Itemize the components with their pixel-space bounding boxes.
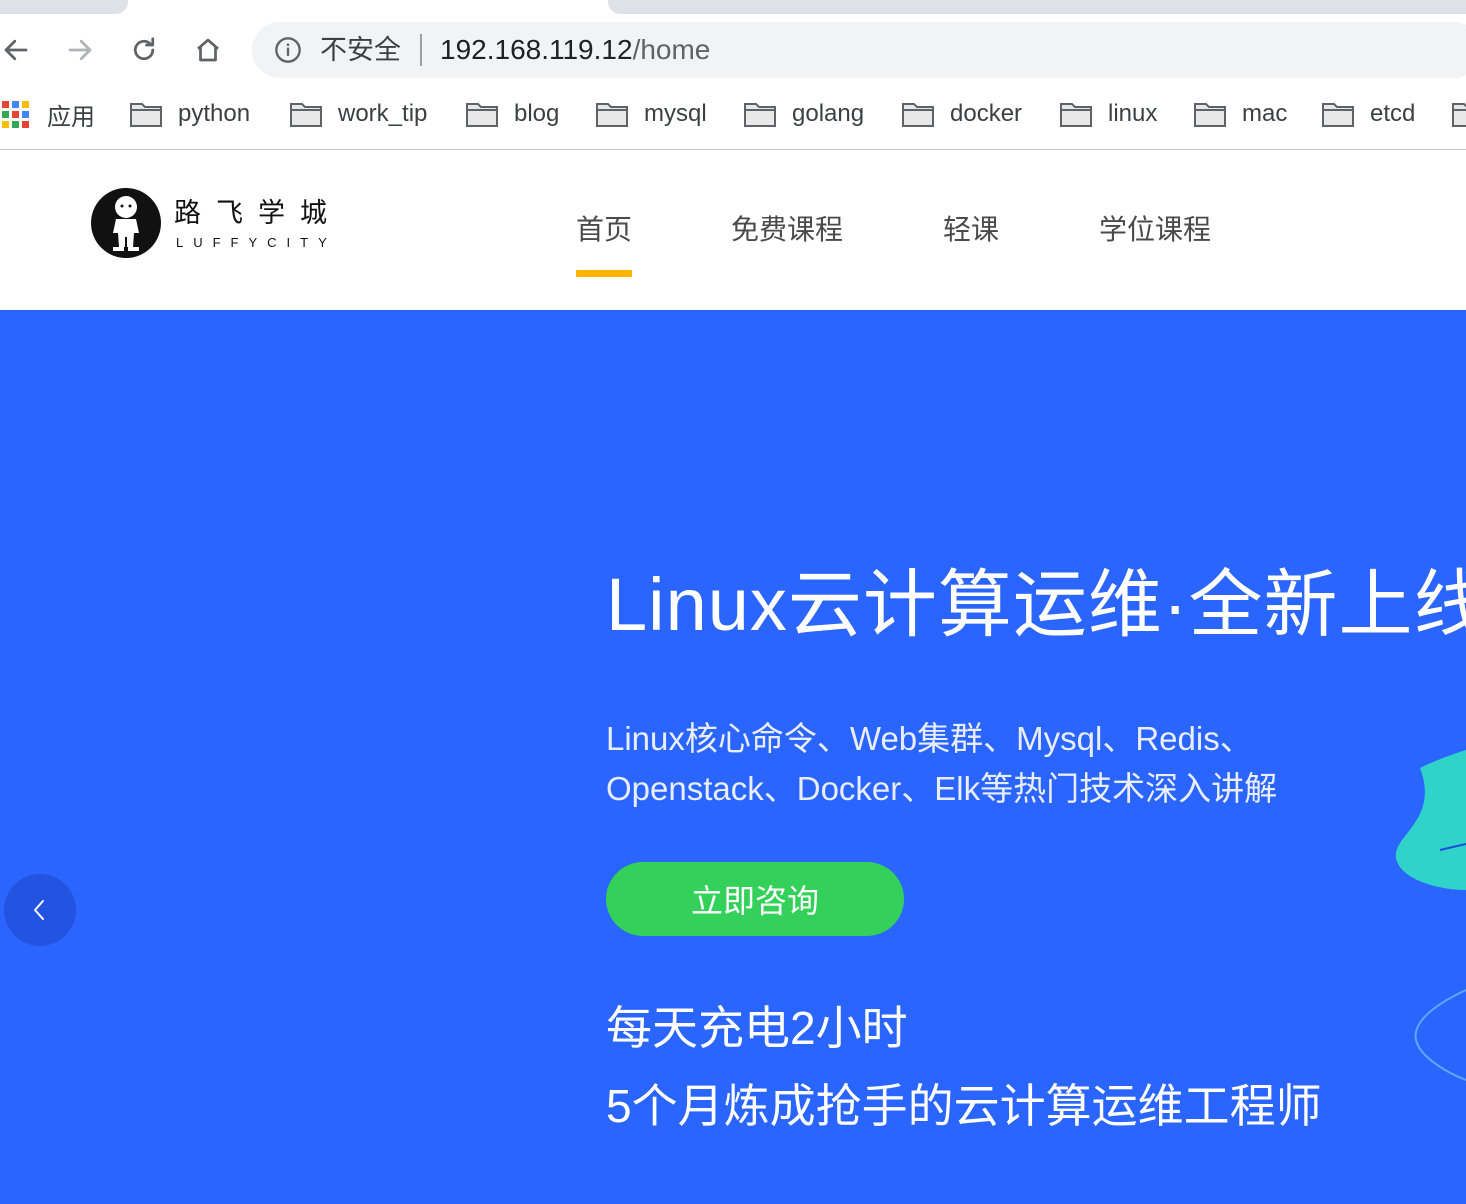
folder-icon — [1452, 103, 1466, 127]
home-button[interactable] — [186, 28, 230, 72]
bookmark-python[interactable]: python — [130, 96, 250, 132]
bookmark-blog[interactable]: blog — [466, 96, 559, 132]
bookmark-golang[interactable]: golang — [744, 96, 864, 132]
browser-chrome: 不安全 192.168.119.12/home 应用 python work_t… — [0, 0, 1466, 150]
bookmark-mac[interactable]: mac — [1194, 96, 1287, 132]
nav-item-free-courses[interactable]: 免费课程 — [731, 210, 843, 250]
bookmark-label: golang — [792, 100, 865, 127]
bookmark-work-tip[interactable]: work_tip — [290, 96, 427, 132]
browser-toolbar: 不安全 192.168.119.12/home — [0, 14, 1466, 86]
consult-now-button[interactable]: 立即咨询 — [606, 862, 904, 936]
forward-arrow-icon — [68, 39, 92, 61]
bookmark-label: docker — [950, 100, 1023, 127]
hero-tagline-line: 5个月炼成抢手的云计算运维工程师 — [606, 1080, 1322, 1132]
nav-item-degree-courses[interactable]: 学位课程 — [1099, 210, 1211, 250]
folder-icon — [1060, 103, 1092, 127]
site-header: 路飞学城 LUFFYCITY 首页 免费课程 轻课 学位课程 — [0, 150, 1466, 310]
home-icon — [197, 38, 219, 62]
hero-tagline-line: 每天充电2小时 — [606, 1002, 908, 1054]
browser-tab-next[interactable] — [608, 0, 1466, 14]
url-text[interactable]: 192.168.119.12/home — [440, 34, 710, 66]
nav-item-home[interactable]: 首页 — [576, 210, 632, 250]
hero-title: Linux云计算运维·全新上线 — [606, 563, 1466, 646]
hero-decoration-illustration — [1395, 750, 1466, 1081]
active-nav-indicator — [576, 270, 632, 277]
back-arrow-icon — [4, 39, 28, 61]
folder-icon — [1322, 103, 1354, 127]
bookmark-mysql[interactable]: mysql — [596, 96, 707, 132]
logo-chinese-text: 路飞学城 — [174, 198, 342, 228]
bookmarks-bar: 应用 python work_tip blog mysql golang doc… — [0, 88, 1466, 140]
folder-icon — [130, 103, 162, 127]
bookmark-label: work_tip — [338, 100, 428, 127]
reload-icon — [133, 37, 155, 61]
luffy-mascot-icon — [91, 188, 161, 258]
back-button[interactable] — [0, 28, 38, 72]
folder-icon — [466, 103, 498, 127]
bookmark-docker[interactable]: docker — [902, 96, 1022, 132]
reload-button[interactable] — [122, 28, 166, 72]
apps-grid-icon — [2, 100, 29, 128]
site-logo[interactable]: 路飞学城 LUFFYCITY — [90, 187, 350, 263]
bookmark-label: 应用 — [47, 103, 95, 131]
hero-subtitle-line: Openstack、Docker、Elk等热门技术深入讲解 — [606, 770, 1278, 807]
folder-icon — [902, 103, 934, 127]
folder-icon — [744, 103, 776, 127]
folder-icon — [1194, 103, 1226, 127]
folder-icon — [596, 103, 628, 127]
security-label[interactable]: 不安全 — [320, 34, 401, 66]
forward-button[interactable] — [58, 28, 102, 72]
browser-tab-previous[interactable] — [0, 0, 128, 14]
tab-strip — [0, 0, 1466, 14]
hero-banner: Linux云计算运维·全新上线 Linux核心命令、Web集群、Mysql、Re… — [0, 310, 1466, 1204]
bookmark-label: etcd — [1370, 100, 1416, 127]
bookmark-label: python — [178, 100, 251, 127]
chevron-left-icon — [34, 900, 44, 920]
bookmark-apps[interactable]: 应用 — [2, 96, 95, 132]
bookmark-label: blog — [514, 100, 560, 127]
url-path: /home — [632, 34, 711, 65]
bookmark-etcd[interactable]: etcd — [1322, 96, 1415, 132]
address-bar[interactable]: 不安全 192.168.119.12/home — [252, 22, 1466, 78]
url-host: 192.168.119.12 — [440, 34, 633, 65]
bookmark-label: linux — [1108, 100, 1158, 127]
bookmark-label: mac — [1242, 100, 1288, 127]
hero-subtitle: Linux核心命令、Web集群、Mysql、Redis、 Openstack、D… — [606, 714, 1277, 814]
bookmark-label: mysql — [644, 100, 707, 127]
hero-subtitle-line: Linux核心命令、Web集群、Mysql、Redis、 — [606, 720, 1253, 757]
bookmark-linux[interactable]: linux — [1060, 96, 1157, 132]
carousel-prev-button[interactable] — [4, 874, 76, 946]
nav-item-light-courses[interactable]: 轻课 — [943, 210, 999, 250]
folder-icon — [290, 103, 322, 127]
bookmark-overflow[interactable] — [1452, 96, 1466, 132]
info-icon[interactable] — [274, 36, 302, 64]
address-separator — [420, 34, 422, 66]
logo-english-text: LUFFYCITY — [176, 235, 337, 250]
